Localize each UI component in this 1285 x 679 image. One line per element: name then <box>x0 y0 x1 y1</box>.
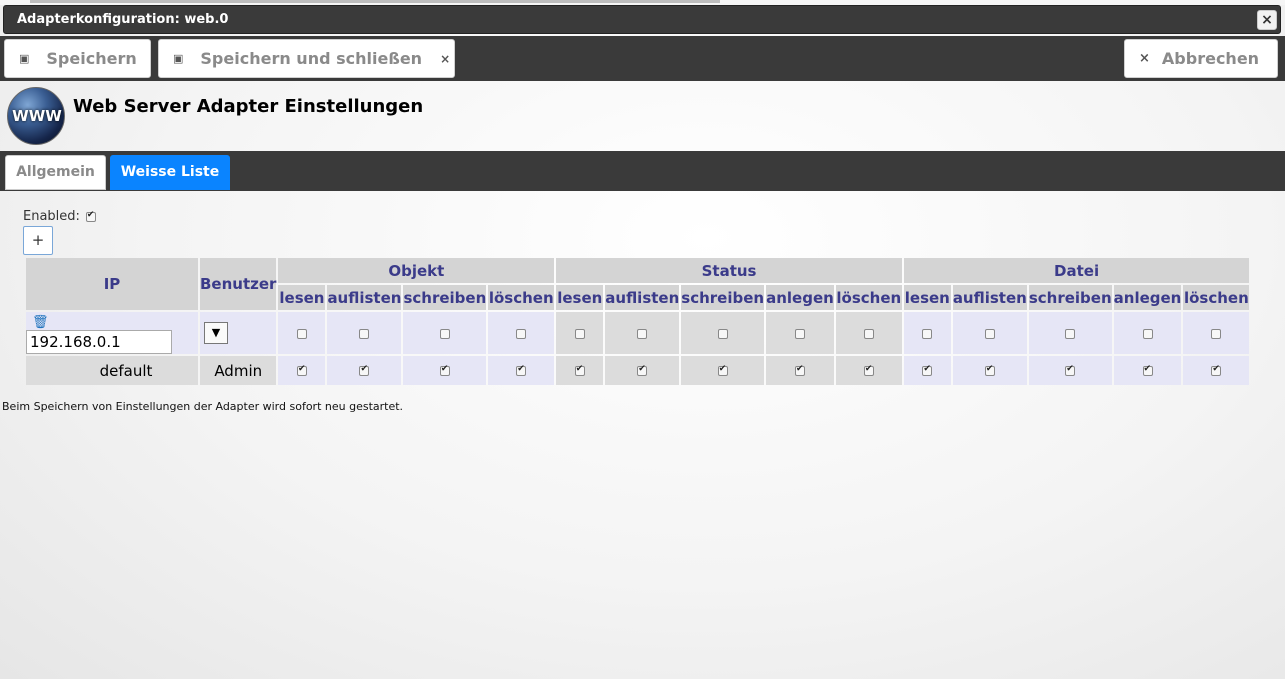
whitelist-table: IP Benutzer Objekt Status Datei lesen au… <box>24 256 1251 387</box>
dialog-titlebar: Adapterkonfiguration: web.0 × <box>3 5 1281 34</box>
column-header-perm: löschen <box>488 285 555 310</box>
column-header-perm: löschen <box>1183 285 1250 310</box>
user-cell: ▼ <box>200 312 277 354</box>
enabled-checkbox[interactable] <box>85 210 96 222</box>
permission-checkbox[interactable] <box>1142 328 1153 339</box>
page-title: Web Server Adapter Einstellungen <box>73 96 424 117</box>
permission-checkbox[interactable] <box>574 328 585 339</box>
cancel-button-label: Abbrechen <box>1161 49 1260 68</box>
column-header-perm: schreiben <box>403 285 487 310</box>
column-header-ip: IP <box>26 258 198 310</box>
permission-checkbox[interactable] <box>984 364 995 376</box>
permission-checkbox[interactable] <box>516 364 527 376</box>
user-cell: Admin <box>200 356 277 385</box>
ip-input[interactable] <box>26 330 172 354</box>
close-icon: × <box>440 51 451 66</box>
tab-whitelist[interactable]: Weisse Liste <box>110 155 230 190</box>
dialog-title: Adapterkonfiguration: web.0 <box>17 12 229 27</box>
save-button-label: Speichern <box>46 49 137 68</box>
enabled-label: Enabled: <box>23 209 80 224</box>
permission-checkbox[interactable] <box>296 364 307 376</box>
table-row: default Admin <box>26 356 1250 385</box>
group-header-objekt: Objekt <box>278 258 555 283</box>
permission-checkbox[interactable] <box>922 328 933 339</box>
permission-checkbox[interactable] <box>439 364 450 376</box>
column-header-perm: auflisten <box>605 285 680 310</box>
column-header-perm: anlegen <box>766 285 834 310</box>
add-row-button[interactable]: + <box>23 226 53 255</box>
column-header-perm: lesen <box>278 285 326 310</box>
tab-general[interactable]: Allgemein <box>5 155 106 190</box>
permission-checkbox[interactable] <box>1211 364 1222 376</box>
top-strip-mark <box>30 0 720 3</box>
permission-checkbox[interactable] <box>574 364 585 376</box>
save-and-close-label: Speichern und schließen <box>200 49 423 68</box>
save-and-close-button[interactable]: ▣ Speichern und schließen × <box>158 39 455 78</box>
permission-checkbox[interactable] <box>1142 364 1153 376</box>
permission-checkbox[interactable] <box>296 328 307 339</box>
column-header-user: Benutzer <box>200 258 277 310</box>
permission-checkbox[interactable] <box>439 328 450 339</box>
permission-checkbox[interactable] <box>863 328 874 339</box>
permission-checkbox[interactable] <box>1065 328 1076 339</box>
permission-checkbox[interactable] <box>717 328 728 339</box>
permission-checkbox[interactable] <box>516 328 527 339</box>
permission-checkbox[interactable] <box>863 364 874 376</box>
close-icon: × <box>1139 51 1150 66</box>
permission-checkbox[interactable] <box>794 328 805 339</box>
footer-note: Beim Speichern von Einstellungen der Ada… <box>2 400 404 413</box>
logo-text: WWW <box>12 107 62 125</box>
column-header-perm: löschen <box>835 285 902 310</box>
column-header-perm: schreiben <box>681 285 765 310</box>
user-select-dropdown[interactable]: ▼ <box>204 322 228 344</box>
trash-icon[interactable]: 🗑 <box>32 315 49 330</box>
floppy-icon: ▣ <box>19 52 30 65</box>
permission-checkbox[interactable] <box>1211 328 1222 339</box>
enabled-toggle: Enabled: <box>23 209 96 224</box>
permission-checkbox[interactable] <box>637 328 648 339</box>
permission-checkbox[interactable] <box>1065 364 1076 376</box>
ip-cell: 🗑 <box>26 312 198 354</box>
permission-checkbox[interactable] <box>359 328 370 339</box>
close-dialog-button[interactable]: × <box>1257 10 1277 30</box>
permission-checkbox[interactable] <box>984 328 995 339</box>
www-logo: WWW <box>7 87 65 145</box>
group-header-datei: Datei <box>903 258 1250 283</box>
permission-checkbox[interactable] <box>637 364 648 376</box>
permission-checkbox[interactable] <box>717 364 728 376</box>
table-row: 🗑 ▼ <box>26 312 1250 354</box>
permission-checkbox[interactable] <box>922 364 933 376</box>
cancel-button[interactable]: × Abbrechen <box>1124 39 1278 78</box>
save-button[interactable]: ▣ Speichern <box>4 39 151 78</box>
toolbar: ▣ Speichern ▣ Speichern und schließen × … <box>0 36 1285 81</box>
column-header-perm: lesen <box>556 285 604 310</box>
ip-cell: default <box>26 356 198 385</box>
permission-checkbox[interactable] <box>794 364 805 376</box>
column-header-perm: lesen <box>903 285 951 310</box>
group-header-status: Status <box>556 258 902 283</box>
column-header-perm: schreiben <box>1028 285 1112 310</box>
column-header-perm: anlegen <box>1113 285 1182 310</box>
tab-bar: Allgemein Weisse Liste <box>0 151 1285 191</box>
permission-checkbox[interactable] <box>359 364 370 376</box>
floppy-icon: ▣ <box>173 52 184 65</box>
column-header-perm: auflisten <box>327 285 402 310</box>
column-header-perm: auflisten <box>952 285 1027 310</box>
